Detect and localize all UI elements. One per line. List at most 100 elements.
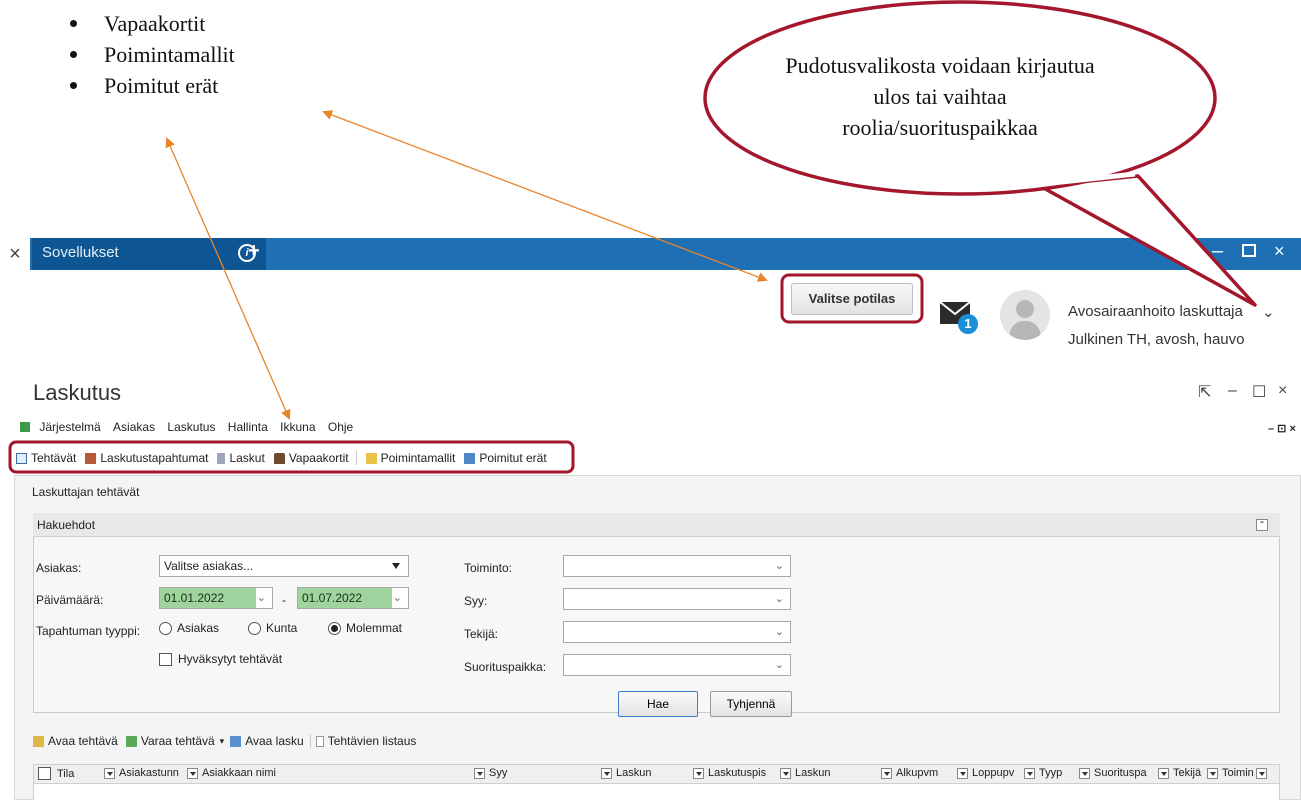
toolbar-vapaakortit[interactable]: Vapaakortit: [272, 451, 349, 465]
chevron-down-icon[interactable]: ⌄: [393, 588, 402, 608]
annotation-bullet: Vapaakortit: [70, 8, 235, 39]
filter-dropdown-icon[interactable]: [1079, 767, 1090, 779]
column-laskutuspiste[interactable]: Laskutuspis: [693, 767, 766, 779]
filter-dropdown-icon[interactable]: [780, 767, 791, 779]
menu-item-ohje[interactable]: Ohje: [328, 420, 353, 434]
menu-item-laskutus[interactable]: Laskutus: [167, 420, 215, 434]
main-toolbar: Tehtävät Laskutustapahtumat Laskut Vapaa…: [14, 446, 554, 470]
customer-select[interactable]: Valitse asiakas...: [159, 555, 409, 577]
clear-button[interactable]: Tyhjennä: [710, 691, 792, 717]
filter-dropdown-icon[interactable]: [1255, 767, 1267, 779]
filter-dropdown-icon[interactable]: [1158, 767, 1169, 779]
maximize-icon[interactable]: [1242, 244, 1256, 257]
menu-item-hallinta[interactable]: Hallinta: [228, 420, 268, 434]
invoice-icon: [217, 452, 226, 464]
window-maximize-icon[interactable]: ☐: [1252, 382, 1266, 402]
open-task-button[interactable]: Avaa tehtävä: [48, 734, 118, 748]
mail-count-badge: 1: [958, 314, 978, 334]
column-label: Laskun: [616, 767, 652, 779]
radio-button-selected[interactable]: [328, 621, 341, 635]
menu-item-asiakas[interactable]: Asiakas: [113, 420, 155, 434]
date-label: Päivämäärä:: [36, 593, 104, 607]
menu-item-jarjestelma[interactable]: Järjestelmä: [39, 420, 100, 434]
column-label: Suorituspa: [1094, 767, 1147, 779]
radio-button[interactable]: [159, 621, 172, 635]
checklist-icon: [16, 452, 27, 464]
avatar[interactable]: [1000, 290, 1050, 340]
column-label: Tyyp: [1039, 767, 1063, 779]
maker-select[interactable]: ⌄: [563, 621, 791, 643]
place-select[interactable]: ⌄: [563, 654, 791, 676]
toolbar-tehtavat[interactable]: Tehtävät: [14, 451, 76, 465]
approved-tasks-checkbox[interactable]: Hyväksytyt tehtävät: [159, 652, 282, 666]
column-suorituspaikka[interactable]: Suorituspa: [1079, 767, 1147, 779]
column-loppupvm[interactable]: Loppupv: [957, 767, 1014, 779]
filter-dropdown-icon[interactable]: [474, 767, 485, 779]
column-asiakastunnus[interactable]: Asiakastunn: [104, 767, 179, 779]
window-minimize-icon[interactable]: –: [1228, 382, 1237, 400]
toolbar-poimitut-erat[interactable]: Poimitut erät: [462, 451, 547, 465]
date-to-field[interactable]: 01.07.2022 ⌄: [297, 587, 409, 609]
menu-item-ikkuna[interactable]: Ikkuna: [280, 420, 315, 434]
minimize-icon[interactable]: –: [1212, 240, 1223, 263]
close-icon[interactable]: ×: [1274, 241, 1285, 262]
column-syy[interactable]: Syy: [474, 767, 507, 779]
column-laskun-2[interactable]: Laskun: [780, 767, 830, 779]
radio-kunta[interactable]: Kunta: [248, 621, 297, 635]
reason-label: Syy:: [464, 594, 488, 608]
reserve-dropdown-icon[interactable]: ▾: [220, 736, 225, 747]
panel-title: Laskuttajan tehtävät: [32, 485, 140, 499]
window-title: Laskutus: [33, 380, 122, 405]
open-invoice-button[interactable]: Avaa lasku: [245, 734, 303, 748]
window-close-icon[interactable]: ×: [1278, 382, 1287, 400]
column-label: Tekijä: [1173, 767, 1202, 779]
chevron-down-icon: ⌄: [774, 560, 784, 572]
mdi-window-controls[interactable]: – ⊡ ×: [1268, 422, 1296, 435]
checkbox[interactable]: [159, 652, 172, 666]
add-tab-icon[interactable]: +: [248, 240, 260, 263]
filter-dropdown-icon[interactable]: [1024, 767, 1035, 779]
radio-molemmat[interactable]: Molemmat: [328, 621, 402, 635]
task-listing-button[interactable]: Tehtävien listaus: [328, 734, 417, 748]
search-button[interactable]: Hae: [618, 691, 698, 717]
date-from-field[interactable]: 01.01.2022 ⌄: [159, 587, 273, 609]
collapse-icon[interactable]: ⌃: [1256, 519, 1268, 531]
app-close-icon[interactable]: ×: [0, 238, 30, 270]
filter-dropdown-icon[interactable]: [693, 767, 704, 779]
column-toiminto[interactable]: Toimin: [1207, 767, 1271, 779]
column-tila[interactable]: Tila: [38, 767, 74, 780]
filter-dropdown-icon[interactable]: [1207, 767, 1218, 779]
column-tekija[interactable]: Tekijä: [1158, 767, 1201, 779]
toolbar-poimintamallit[interactable]: Poimintamallit: [364, 451, 455, 465]
caret-down-icon: [392, 563, 400, 569]
select-patient-button[interactable]: Valitse potilas: [791, 283, 913, 315]
radio-button[interactable]: [248, 621, 261, 635]
toolbar-laskutustapahtumat[interactable]: Laskutustapahtumat: [83, 451, 208, 465]
checkbox-label: Hyväksytyt tehtävät: [178, 652, 283, 666]
column-tyyppi[interactable]: Tyyp: [1024, 767, 1062, 779]
customer-label: Asiakas:: [36, 561, 82, 575]
tab-sovellukset[interactable]: Sovellukset i: [32, 238, 266, 270]
column-asiakkaan-nimi[interactable]: Asiakkaan nimi: [187, 767, 276, 779]
filter-dropdown-icon[interactable]: [601, 767, 612, 779]
action-select[interactable]: ⌄: [563, 555, 791, 577]
reserve-task-button[interactable]: Varaa tehtävä: [141, 734, 215, 748]
filter-dropdown-icon[interactable]: [104, 767, 115, 779]
column-alkupvm[interactable]: Alkupvm: [881, 767, 938, 779]
user-name[interactable]: Avosairaanhoito laskuttaja: [1068, 303, 1243, 320]
filter-dropdown-icon[interactable]: [187, 767, 198, 779]
billing-events-icon: [85, 452, 97, 464]
filter-dropdown-icon[interactable]: [881, 767, 892, 779]
column-label: Loppupv: [972, 767, 1015, 779]
radio-asiakas[interactable]: Asiakas: [159, 621, 219, 635]
toolbar-label: Tehtävät: [31, 451, 77, 465]
filter-dropdown-icon[interactable]: [957, 767, 968, 779]
toolbar-laskut[interactable]: Laskut: [215, 451, 265, 465]
pin-icon[interactable]: ⇱: [1198, 382, 1211, 402]
reason-select[interactable]: ⌄: [563, 588, 791, 610]
user-menu-chevron-icon[interactable]: ⌄: [1262, 303, 1275, 321]
column-laskun[interactable]: Laskun: [601, 767, 651, 779]
select-all-checkbox[interactable]: [38, 767, 51, 780]
chevron-down-icon[interactable]: ⌄: [257, 588, 266, 608]
app-menu-icon[interactable]: [20, 422, 30, 432]
